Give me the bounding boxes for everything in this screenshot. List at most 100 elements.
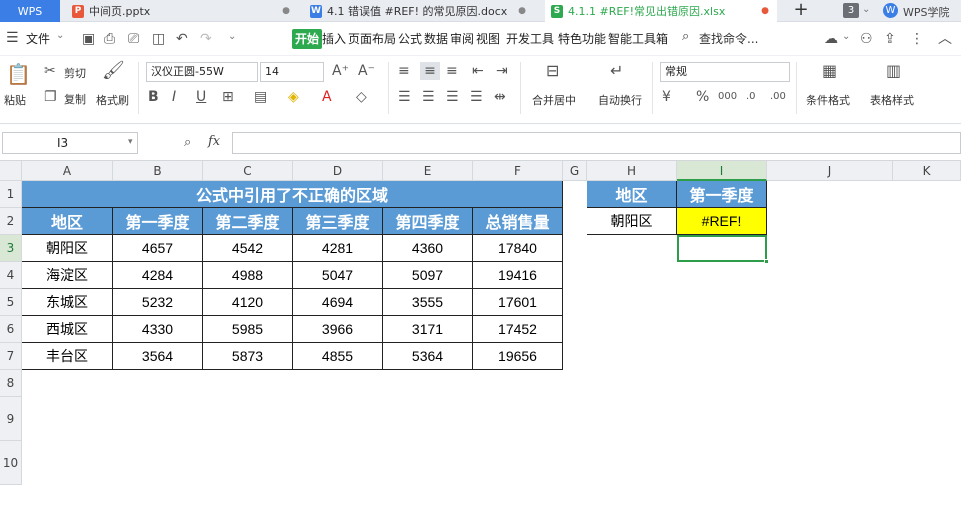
align-bottom-icon[interactable]: ≡ (446, 62, 458, 80)
chevron-down-icon[interactable]: ⌄ (228, 31, 236, 42)
new-tab-button[interactable]: + (790, 0, 812, 22)
cloud-sync-icon[interactable]: ☁ (824, 30, 838, 48)
fx-icon[interactable]: fx (208, 134, 220, 149)
cut-button[interactable]: 剪切 (64, 65, 86, 81)
table-cell[interactable]: 东城区 (22, 289, 113, 316)
row-header-6[interactable]: 6 (0, 316, 22, 343)
tab-close-icon[interactable]: ● (761, 6, 769, 16)
row-header-2[interactable]: 2 (0, 208, 22, 235)
conditional-format-icon[interactable]: ▦ (822, 62, 837, 80)
table-header-cell[interactable]: 第一季度 (113, 208, 203, 235)
spreadsheet-grid[interactable]: ABCDEFGHIJK 1 2 3 4 5 6 7 8 9 10 公式中引用了不正确的区域 地区 第一… (0, 161, 961, 514)
row-header-1[interactable]: 1 (0, 181, 22, 208)
table-cell[interactable]: 4120 (203, 289, 293, 316)
align-left-icon[interactable]: ☰ (398, 88, 411, 106)
decrease-font-icon[interactable]: A⁻ (358, 62, 375, 80)
thousands-icon[interactable]: 000 (718, 88, 737, 106)
column-header-b[interactable]: B (113, 161, 203, 181)
formula-input[interactable] (232, 132, 961, 154)
lookup-region-cell[interactable]: 朝阳区 (587, 208, 677, 235)
table-cell[interactable]: 4988 (203, 262, 293, 289)
number-format-select[interactable]: 常规 (660, 62, 790, 82)
increase-decimal-icon[interactable]: .0 (746, 88, 756, 106)
chevron-down-icon[interactable]: ⌄ (842, 31, 850, 42)
tab-docx[interactable]: W 4.1 错误值 #REF! 的常见原因.docx ● (304, 0, 534, 22)
table-cell[interactable]: 3555 (383, 289, 473, 316)
column-header-g[interactable]: G (563, 161, 587, 181)
bold-icon[interactable]: B (148, 88, 159, 106)
window-count-badge[interactable]: 3 (843, 3, 859, 18)
table-cell[interactable]: 4360 (383, 235, 473, 262)
row-header-5[interactable]: 5 (0, 289, 22, 316)
table-cell[interactable]: 19656 (473, 343, 563, 370)
column-header-h[interactable]: H (587, 161, 677, 181)
font-color-icon[interactable]: A (322, 88, 332, 106)
fill-color-icon[interactable]: ◈ (288, 88, 299, 106)
table-header-cell[interactable]: 第三季度 (293, 208, 383, 235)
decrease-decimal-icon[interactable]: .00 (770, 88, 786, 106)
menu-formulas[interactable]: 公式 (396, 29, 424, 49)
wps-academy-link[interactable]: WPS学院 (903, 4, 950, 20)
table-cell[interactable]: 海淀区 (22, 262, 113, 289)
table-cell[interactable]: 5873 (203, 343, 293, 370)
menu-data[interactable]: 数据 (422, 29, 450, 49)
conditional-format-button[interactable]: 条件格式 (806, 92, 850, 108)
wrap-text-button[interactable]: 自动换行 (598, 92, 642, 108)
chevron-down-icon[interactable]: ⌄ (862, 4, 870, 15)
tab-close-icon[interactable]: ● (282, 6, 290, 16)
table-cell[interactable]: 17452 (473, 316, 563, 343)
column-header-k[interactable]: K (893, 161, 961, 181)
italic-icon[interactable]: I (172, 88, 176, 106)
tab-close-icon[interactable]: ● (518, 6, 526, 16)
table-cell[interactable]: 5097 (383, 262, 473, 289)
column-header-j[interactable]: J (767, 161, 893, 181)
align-right-icon[interactable]: ☰ (446, 88, 459, 106)
table-cell[interactable]: 4694 (293, 289, 383, 316)
indent-increase-icon[interactable]: ⇥ (496, 62, 508, 80)
table-cell[interactable]: 4657 (113, 235, 203, 262)
table-style-button[interactable]: 表格样式 (870, 92, 914, 108)
column-header-d[interactable]: D (293, 161, 383, 181)
column-header-e[interactable]: E (383, 161, 473, 181)
align-middle-icon[interactable]: ≡ (420, 62, 440, 80)
menu-special-features[interactable]: 特色功能 (556, 29, 608, 49)
undo-icon[interactable]: ↶ (176, 30, 188, 48)
share-icon[interactable]: ⇪ (884, 30, 896, 48)
collapse-ribbon-icon[interactable]: ︿ (938, 30, 952, 48)
menu-home[interactable]: 开始 (292, 29, 323, 49)
table-cell[interactable]: 17840 (473, 235, 563, 262)
table-style-icon[interactable]: ▥ (886, 62, 901, 80)
row-header-4[interactable]: 4 (0, 262, 22, 289)
select-all-corner[interactable] (0, 161, 22, 181)
copy-icon[interactable]: ❐ (44, 88, 57, 106)
table-cell[interactable]: 4284 (113, 262, 203, 289)
table-cell[interactable]: 19416 (473, 262, 563, 289)
lookup-header-q1[interactable]: 第一季度 (677, 181, 767, 208)
fill-handle[interactable] (764, 259, 769, 264)
align-top-icon[interactable]: ≡ (398, 62, 410, 80)
align-center-icon[interactable]: ☰ (422, 88, 435, 106)
hamburger-icon[interactable]: ☰ (6, 30, 19, 46)
menu-page-layout[interactable]: 页面布局 (346, 29, 398, 49)
name-box[interactable]: I3 (2, 132, 138, 154)
table-header-cell[interactable]: 第四季度 (383, 208, 473, 235)
scissors-icon[interactable]: ✂ (44, 62, 56, 80)
table-cell[interactable]: 5985 (203, 316, 293, 343)
collaborate-icon[interactable]: ⚇ (860, 30, 873, 48)
row-header-7[interactable]: 7 (0, 343, 22, 370)
cell-style-icon[interactable]: ▤ (254, 88, 267, 106)
table-cell[interactable]: 4855 (293, 343, 383, 370)
paste-button[interactable]: 粘贴 (4, 92, 26, 108)
menu-developer[interactable]: 开发工具 (504, 29, 556, 49)
increase-font-icon[interactable]: A⁺ (332, 62, 349, 80)
format-painter-icon[interactable]: 🖌 (102, 62, 125, 80)
table-header-cell[interactable]: 地区 (22, 208, 113, 235)
table-header-cell[interactable]: 第二季度 (203, 208, 293, 235)
print-icon[interactable]: ⎚ (128, 30, 139, 48)
table-cell[interactable]: 4281 (293, 235, 383, 262)
export-pdf-icon[interactable]: ⎙ (104, 30, 115, 48)
percent-icon[interactable]: % (696, 88, 709, 106)
tab-xlsx[interactable]: S 4.1.1 #REF!常见出错原因.xlsx ● (545, 0, 777, 22)
menu-insert[interactable]: 插入 (320, 29, 348, 49)
menu-review[interactable]: 审阅 (448, 29, 476, 49)
